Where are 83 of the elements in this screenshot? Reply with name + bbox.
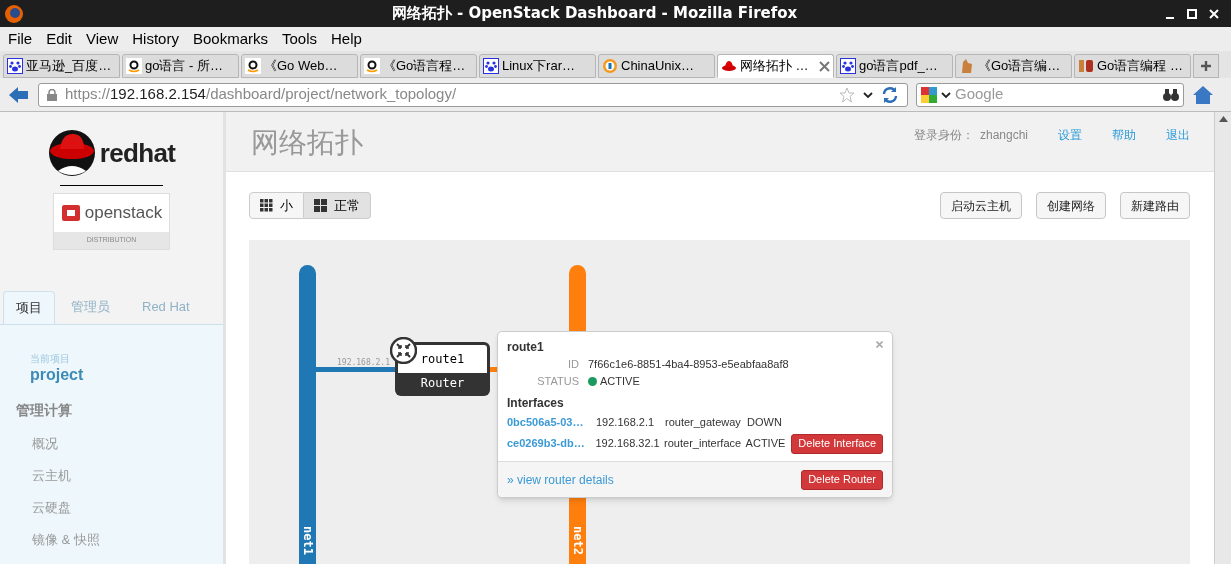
link-ip-label: 192.168.2.1 bbox=[337, 357, 390, 369]
sidebar-tab[interactable]: 项目 bbox=[3, 290, 55, 324]
delete-router-button[interactable]: Delete Router bbox=[801, 469, 883, 490]
router-icon bbox=[390, 337, 417, 364]
cube-icon bbox=[60, 203, 81, 223]
hat-icon bbox=[721, 58, 737, 74]
chevron-down-icon[interactable] bbox=[941, 90, 951, 99]
new-tab-button[interactable] bbox=[1193, 54, 1219, 78]
section-heading: 管理计算 bbox=[16, 400, 73, 420]
reload-icon[interactable] bbox=[881, 85, 899, 104]
search-input[interactable]: Google bbox=[955, 83, 1159, 106]
jb-logo-icon bbox=[1078, 58, 1094, 74]
delete-interface-button[interactable]: Delete Interface bbox=[791, 433, 883, 454]
interface-status: ACTIVE bbox=[745, 436, 787, 452]
menu-item[interactable]: Tools bbox=[282, 27, 317, 51]
home-icon[interactable] bbox=[1192, 84, 1214, 105]
firefox-icon bbox=[4, 3, 24, 24]
router-type: Router bbox=[419, 375, 466, 392]
menu-item[interactable]: History bbox=[132, 27, 179, 51]
menu-item[interactable]: Bookmarks bbox=[192, 27, 268, 51]
network-bar[interactable]: net1 bbox=[299, 265, 316, 564]
cat-icon bbox=[959, 58, 975, 74]
circle-logo-icon bbox=[602, 58, 618, 74]
logo-word: redhat bbox=[99, 136, 176, 170]
current-project-label: 当前项目 bbox=[30, 351, 71, 366]
action-button[interactable]: 启动云主机 bbox=[940, 192, 1022, 219]
browser-tab[interactable]: go语言pdf_… bbox=[836, 54, 953, 78]
action-button[interactable]: 创建网络 bbox=[1036, 192, 1106, 219]
lock-icon bbox=[47, 88, 57, 101]
field-label: ID bbox=[567, 357, 580, 372]
star-icon[interactable] bbox=[839, 86, 855, 103]
chevron-down-icon[interactable] bbox=[863, 90, 873, 99]
action-button[interactable]: 新建路由 bbox=[1120, 192, 1190, 219]
view-toggle-button[interactable]: 小 bbox=[249, 192, 304, 219]
network-label: net2 bbox=[569, 526, 586, 555]
paw-icon bbox=[840, 58, 856, 74]
username: zhangchi bbox=[979, 127, 1028, 144]
back-arrow-icon[interactable] bbox=[8, 84, 30, 105]
browser-tab[interactable]: 《Go语言程… bbox=[360, 54, 477, 78]
browser-tab[interactable]: go语言 - 所… bbox=[122, 54, 239, 78]
paw-icon bbox=[7, 58, 23, 74]
interface-status: DOWN bbox=[747, 415, 783, 431]
window-title: 网络拓扑 - OpenStack Dashboard - Mozilla Firefox bbox=[390, 3, 799, 25]
network-label: net1 bbox=[299, 526, 316, 555]
browser-tab[interactable]: 《Go Web… bbox=[241, 54, 358, 78]
amazon-icon bbox=[364, 58, 380, 74]
search-field[interactable]: Google bbox=[916, 82, 1184, 107]
amazon-icon bbox=[126, 58, 142, 74]
browser-tab[interactable]: 《Go语言编… bbox=[955, 54, 1072, 78]
browser-tab[interactable]: ChinaUnix… bbox=[598, 54, 715, 78]
paw-icon bbox=[483, 58, 499, 74]
hat-figure-icon bbox=[47, 129, 96, 177]
page-title: 网络拓扑 bbox=[251, 126, 364, 160]
product-word: openstack bbox=[84, 202, 163, 225]
interface-ip: 192.168.2.1 bbox=[596, 415, 656, 431]
field-label: STATUS bbox=[536, 374, 580, 389]
plus-icon bbox=[1200, 60, 1212, 72]
router-node[interactable]: route1 Router bbox=[395, 342, 490, 396]
user-label: 登录身份： bbox=[913, 127, 974, 144]
scroll-up-icon[interactable] bbox=[1218, 116, 1228, 122]
browser-tab[interactable]: 网络拓扑 … bbox=[717, 54, 834, 78]
menu-item[interactable]: View bbox=[86, 27, 119, 51]
binoculars-icon[interactable] bbox=[1163, 87, 1179, 102]
interfaces-heading: Interfaces bbox=[507, 395, 565, 412]
google-icon bbox=[921, 86, 937, 103]
maximize-icon[interactable] bbox=[1187, 8, 1197, 19]
browser-tab[interactable]: Go语言编程 … bbox=[1074, 54, 1191, 78]
address-field[interactable]: https://192.168.2.154/dashboard/project/network_topology/ bbox=[38, 82, 908, 107]
browser-tab[interactable]: 亚马逊_百度… bbox=[3, 54, 120, 78]
large-grid-icon bbox=[314, 199, 327, 212]
menu-item[interactable]: Help bbox=[331, 27, 362, 51]
interface-type: router_gateway bbox=[665, 415, 742, 431]
browser-tab[interactable]: Linux下rar… bbox=[479, 54, 596, 78]
interface-ip: 192.168.32.1 bbox=[595, 436, 661, 452]
menu-item[interactable]: File bbox=[8, 27, 33, 51]
field-value: 7f66c1e6-8851-4ba4-8953-e5eabfaa8af8 bbox=[588, 357, 789, 372]
menu-item[interactable]: Edit bbox=[46, 27, 73, 51]
popup-title: route1 bbox=[507, 339, 544, 356]
amazon-icon bbox=[245, 58, 261, 74]
view-toggle-button[interactable]: 正常 bbox=[304, 192, 371, 219]
interface-type: router_interface bbox=[664, 436, 743, 452]
small-grid-icon bbox=[260, 199, 273, 212]
field-value: ACTIVE bbox=[600, 374, 640, 389]
